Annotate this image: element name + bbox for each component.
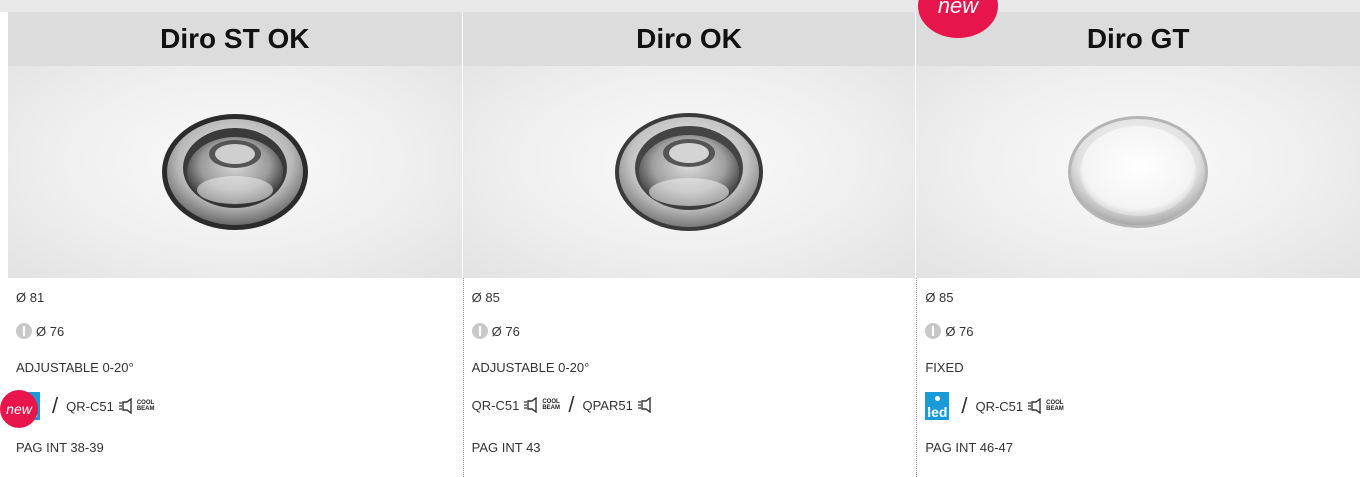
separator: / [52, 393, 59, 418]
hole-spec: Ø 76 [471, 323, 520, 339]
lamp-label-b: QPAR51 [582, 397, 633, 413]
product-photo[interactable] [462, 66, 916, 278]
lamp-label: QR-C51 [66, 398, 114, 414]
mounting: FIXED [925, 360, 964, 375]
page-ref: PAG INT 43 [471, 440, 541, 455]
hole-value: Ø 76 [36, 323, 65, 339]
hole-value: Ø 76 [945, 323, 974, 339]
spec-list: Ø 85 Ø 76 FIXED led / QR-C51 COOL BEAM P… [916, 278, 1360, 477]
lamp-icon [637, 397, 651, 413]
hole-cut-icon [471, 323, 488, 339]
product-card-diro-st-ok[interactable]: Diro ST OK Ø 81 Ø 76 ADJUSTABLE 0-20° / … [8, 12, 462, 477]
mounting: ADJUSTABLE 0-20° [471, 360, 590, 375]
led-icon: led [925, 392, 950, 420]
downlight-image [161, 114, 308, 230]
diameter: Ø 81 [16, 290, 45, 305]
hole-spec: Ø 76 [925, 323, 974, 339]
cool-beam-icon: COOL BEAM [136, 400, 155, 412]
product-card-diro-ok[interactable]: Diro OK Ø 85 Ø 76 ADJUSTABLE 0-20° QR-C5… [461, 12, 916, 477]
separator: / [961, 393, 968, 418]
hole-cut-icon [925, 323, 942, 339]
spec-list: Ø 81 Ø 76 ADJUSTABLE 0-20° led / QR-C51 … [8, 278, 462, 477]
diameter: Ø 85 [925, 290, 954, 305]
product-photo[interactable] [916, 66, 1360, 278]
top-bar [0, 0, 1360, 12]
spec-list: Ø 85 Ø 76 ADJUSTABLE 0-20° QR-C51 COOL B… [462, 278, 916, 477]
product-title[interactable]: Diro OK [462, 12, 916, 66]
lamp-label: QR-C51 [471, 397, 520, 413]
hole-value: Ø 76 [491, 323, 520, 339]
product-title[interactable]: Diro ST OK [8, 12, 462, 66]
downlight-image [614, 113, 763, 231]
lamp-icon [524, 397, 538, 413]
page-ref: PAG INT 38-39 [16, 440, 104, 455]
mounting: ADJUSTABLE 0-20° [16, 360, 134, 375]
hole-cut-icon [16, 323, 32, 339]
separator: / [568, 392, 575, 417]
cool-beam-icon: COOL BEAM [1046, 400, 1064, 412]
downlight-image [1068, 116, 1209, 228]
lamp-label: QR-C51 [975, 398, 1024, 414]
page-ref: PAG INT 46-47 [925, 440, 1013, 455]
product-photo[interactable] [8, 66, 462, 278]
diameter: Ø 85 [471, 290, 500, 305]
new-badge-led: new [0, 390, 38, 428]
lamp-icon [1028, 398, 1041, 414]
lamp-spec: led / QR-C51 COOL BEAM [925, 392, 1064, 420]
product-card-diro-gt[interactable]: Diro GT Ø 85 Ø 76 FIXED led / QR-C51 COO… [915, 12, 1360, 477]
product-grid: Diro ST OK Ø 81 Ø 76 ADJUSTABLE 0-20° / … [8, 12, 1360, 477]
cool-beam-icon: COOL BEAM [542, 399, 561, 411]
lamp-spec: QR-C51 COOL BEAM / QPAR51 [472, 392, 653, 418]
lamp-icon [118, 398, 132, 414]
hole-spec: Ø 76 [16, 323, 64, 339]
